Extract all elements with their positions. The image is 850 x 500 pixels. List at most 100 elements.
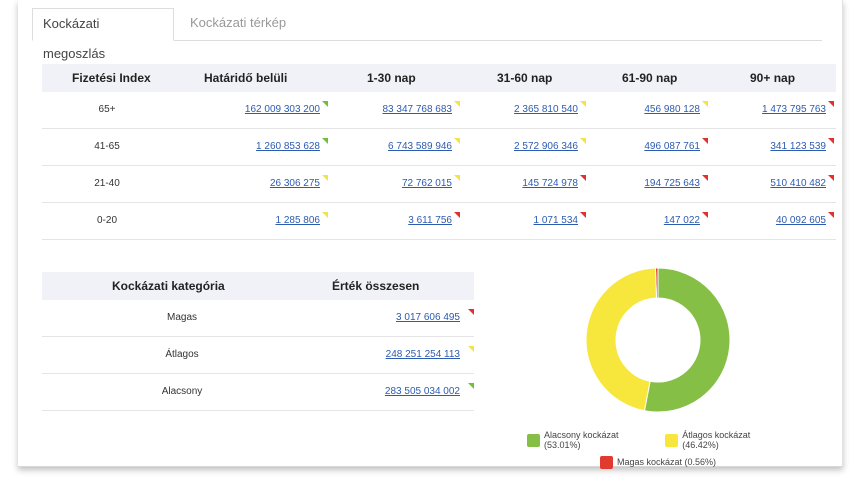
legend-item[interactable]: Magas kockázat (0.56%) bbox=[599, 455, 717, 469]
category-label: Magas bbox=[166, 312, 197, 323]
row-label: 21-40 bbox=[94, 178, 120, 189]
risk-flag-icon bbox=[702, 175, 708, 181]
legend-row: Magas kockázat (0.56%) bbox=[523, 454, 793, 470]
header-within-due: Határidő belüli bbox=[204, 71, 288, 85]
header-90-plus: 90+ nap bbox=[750, 71, 796, 85]
table-row: Alacsony 283 505 034 002 bbox=[42, 374, 474, 411]
legend-swatch bbox=[665, 433, 679, 447]
legend-item[interactable]: Alacsony kockázat (53.01%) bbox=[527, 430, 657, 450]
table-cell: 1 285 806 bbox=[276, 203, 321, 239]
category-table: Kockázati kategória Érték összesen Magas… bbox=[42, 272, 474, 411]
risk-flag-icon bbox=[580, 138, 586, 144]
table-cell: 456 980 128 bbox=[644, 92, 700, 128]
risk-flag-icon bbox=[580, 101, 586, 107]
chart-legend: Alacsony kockázat (53.01%) Átlagos kockáz… bbox=[523, 430, 793, 476]
risk-flag-icon bbox=[580, 175, 586, 181]
header-1-30: 1-30 nap bbox=[367, 71, 416, 85]
table-cell: 72 762 015 bbox=[402, 166, 452, 202]
amount-link[interactable]: 1 285 806 bbox=[276, 215, 321, 226]
legend-swatch bbox=[527, 433, 540, 447]
table-cell: 2 572 906 346 bbox=[514, 129, 578, 165]
table-row: 41-65 1 260 853 628 6 743 589 946 2 572 906… bbox=[42, 129, 836, 166]
table-cell: 510 410 482 bbox=[770, 166, 826, 202]
amount-link[interactable]: 26 306 275 bbox=[270, 178, 320, 189]
legend-label: Átlagos kockázat (46.42%) bbox=[682, 430, 751, 450]
header-risk-category: Kockázati kategória bbox=[112, 279, 225, 293]
table-cell: 341 123 539 bbox=[770, 129, 826, 165]
header-61-90: 61-90 nap bbox=[622, 71, 678, 85]
amount-link[interactable]: 147 022 bbox=[664, 215, 700, 226]
table-row: 0-20 1 285 806 3 611 756 1 071 534 147 022 40… bbox=[42, 203, 836, 240]
table-cell: 248 251 254 113 bbox=[386, 337, 460, 373]
risk-flag-icon bbox=[828, 175, 834, 181]
amount-link[interactable]: 145 724 978 bbox=[522, 178, 578, 189]
donut-slice[interactable] bbox=[585, 267, 658, 412]
legend-item[interactable]: Átlagos kockázat (46.42%) bbox=[665, 430, 789, 450]
amount-link[interactable]: 83 347 768 683 bbox=[382, 104, 452, 115]
amount-link[interactable]: 2 572 906 346 bbox=[514, 141, 578, 152]
amount-link[interactable]: 2 365 810 540 bbox=[514, 104, 578, 115]
amount-link[interactable]: 1 473 795 763 bbox=[762, 104, 826, 115]
risk-flag-icon bbox=[828, 212, 834, 218]
risk-flag-icon bbox=[468, 383, 474, 389]
table-cell: 1 473 795 763 bbox=[762, 92, 826, 128]
header-payment-index: Fizetési Index bbox=[72, 71, 151, 85]
tab-risk-distribution[interactable]: Kockázati megoszlás bbox=[32, 8, 174, 61]
table-cell: 2 365 810 540 bbox=[514, 92, 578, 128]
risk-flag-icon bbox=[702, 212, 708, 218]
table-cell: 1 260 853 628 bbox=[256, 129, 320, 165]
amount-link[interactable]: 6 743 589 946 bbox=[388, 141, 452, 152]
amount-link[interactable]: 162 009 303 200 bbox=[245, 104, 320, 115]
table-row: Magas 3 017 606 495 bbox=[42, 300, 474, 337]
amount-link[interactable]: 194 725 643 bbox=[644, 178, 700, 189]
risk-flag-icon bbox=[454, 101, 460, 107]
amount-link[interactable]: 248 251 254 113 bbox=[386, 349, 460, 360]
header-31-60: 31-60 nap bbox=[497, 71, 553, 85]
amount-link[interactable]: 40 092 605 bbox=[776, 215, 826, 226]
tab-bar: Kockázati megoszlás Kockázati térkép bbox=[32, 8, 822, 61]
tab-risk-map[interactable]: Kockázati térkép bbox=[180, 8, 302, 39]
table-cell: 283 505 034 002 bbox=[385, 374, 460, 410]
category-table-body: Magas 3 017 606 495 Átlagos 248 251 254 113… bbox=[42, 300, 474, 411]
amount-link[interactable]: 496 087 761 bbox=[644, 141, 700, 152]
amount-link[interactable]: 72 762 015 bbox=[402, 178, 452, 189]
category-label: Átlagos bbox=[165, 349, 199, 360]
aging-table-body: 65+ 162 009 303 200 83 347 768 683 2 365 81… bbox=[42, 92, 836, 240]
risk-flag-icon bbox=[322, 138, 328, 144]
amount-link[interactable]: 1 260 853 628 bbox=[256, 141, 320, 152]
table-cell: 40 092 605 bbox=[776, 203, 826, 239]
risk-panel: Kockázati megoszlás Kockázati térkép Fiz… bbox=[18, 0, 843, 469]
legend-row: Alacsony kockázat (53.01%) Átlagos kockáz… bbox=[523, 430, 793, 450]
table-cell: 194 725 643 bbox=[644, 166, 700, 202]
legend-label: Magas kockázat (0.56%) bbox=[616, 457, 717, 467]
table-cell: 6 743 589 946 bbox=[388, 129, 452, 165]
table-row: 65+ 162 009 303 200 83 347 768 683 2 365 81… bbox=[42, 92, 836, 129]
risk-flag-icon bbox=[702, 101, 708, 107]
legend-label: Alacsony kockázat (53.01%) bbox=[543, 430, 619, 450]
risk-flag-icon bbox=[454, 175, 460, 181]
risk-flag-icon bbox=[468, 309, 474, 315]
risk-flag-icon bbox=[322, 175, 328, 181]
risk-flag-icon bbox=[322, 212, 328, 218]
amount-link[interactable]: 510 410 482 bbox=[770, 178, 826, 189]
table-cell: 26 306 275 bbox=[270, 166, 320, 202]
table-cell: 147 022 bbox=[664, 203, 700, 239]
amount-link[interactable]: 3 017 606 495 bbox=[396, 312, 460, 323]
amount-link[interactable]: 3 611 756 bbox=[408, 215, 452, 226]
table-cell: 3 611 756 bbox=[408, 203, 452, 239]
category-label: Alacsony bbox=[161, 386, 203, 397]
amount-link[interactable]: 341 123 539 bbox=[770, 141, 826, 152]
amount-link[interactable]: 456 980 128 bbox=[644, 104, 700, 115]
risk-donut-chart bbox=[585, 267, 731, 413]
table-cell: 496 087 761 bbox=[644, 129, 700, 165]
risk-flag-icon bbox=[468, 346, 474, 352]
table-cell: 162 009 303 200 bbox=[245, 92, 320, 128]
header-total-value: Érték összesen bbox=[332, 279, 420, 293]
risk-flag-icon bbox=[322, 101, 328, 107]
amount-link[interactable]: 1 071 534 bbox=[534, 215, 579, 226]
table-cell: 83 347 768 683 bbox=[382, 92, 452, 128]
risk-flag-icon bbox=[828, 138, 834, 144]
amount-link[interactable]: 283 505 034 002 bbox=[385, 386, 460, 397]
table-cell: 3 017 606 495 bbox=[396, 300, 460, 336]
table-cell: 145 724 978 bbox=[522, 166, 578, 202]
